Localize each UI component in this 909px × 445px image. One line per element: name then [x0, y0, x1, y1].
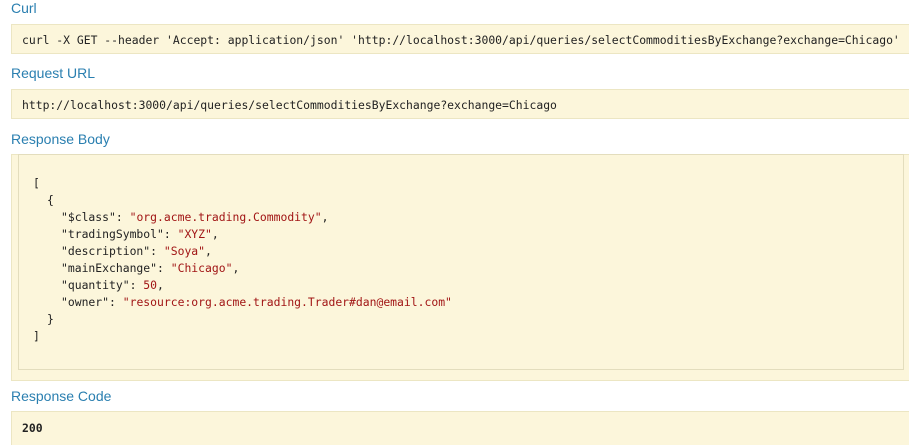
- response-body-box[interactable]: [ { "$class": "org.acme.trading.Commodit…: [18, 154, 904, 370]
- json-field-quantity: "quantity": 50,: [61, 278, 164, 292]
- request-url-box[interactable]: http://localhost:3000/api/queries/select…: [11, 89, 909, 119]
- json-open-bracket: [: [33, 176, 40, 190]
- json-field-class: "$class": "org.acme.trading.Commodity",: [61, 210, 329, 224]
- json-field-description: "description": "Soya",: [61, 244, 212, 258]
- response-code-heading: Response Code: [11, 388, 112, 404]
- request-url-text: http://localhost:3000/api/queries/select…: [22, 98, 557, 112]
- json-field-trading-symbol: "tradingSymbol": "XYZ",: [61, 227, 219, 241]
- json-field-owner: "owner": "resource:org.acme.trading.Trad…: [61, 295, 452, 309]
- json-close-bracket: ]: [33, 329, 40, 343]
- request-url-heading: Request URL: [11, 65, 96, 81]
- response-code-box[interactable]: 200: [11, 411, 909, 445]
- curl-command-box[interactable]: curl -X GET --header 'Accept: applicatio…: [11, 24, 909, 54]
- curl-heading: Curl: [11, 0, 37, 16]
- response-code-value: 200: [22, 421, 43, 435]
- json-close-brace: }: [47, 312, 54, 326]
- response-body-heading: Response Body: [11, 131, 110, 147]
- curl-command-text: curl -X GET --header 'Accept: applicatio…: [22, 33, 900, 47]
- json-field-main-exchange: "mainExchange": "Chicago",: [61, 261, 240, 275]
- json-open-brace: {: [47, 193, 54, 207]
